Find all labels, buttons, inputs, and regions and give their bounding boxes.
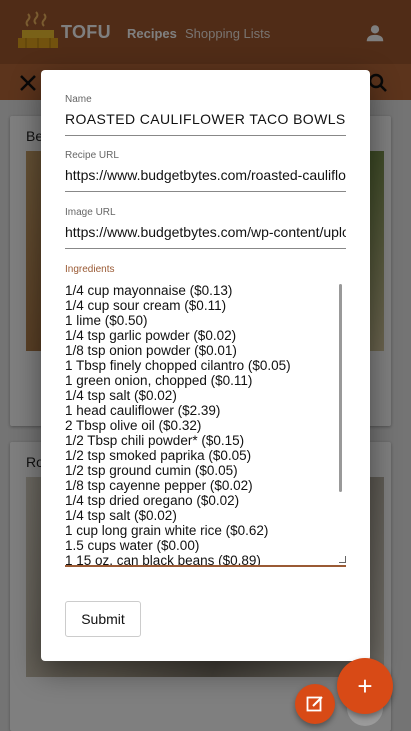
ingredient-line: 1 green onion, chopped ($0.11)	[65, 373, 253, 388]
recipe-url-label: Recipe URL	[65, 150, 119, 161]
ingredients-label: Ingredients	[65, 264, 115, 275]
ingredients-scrollbar[interactable]	[339, 284, 342, 492]
edit-fab[interactable]	[295, 684, 335, 724]
ingredient-line: 1/2 tsp smoked paprika ($0.05)	[65, 448, 252, 463]
ingredient-line: 1/4 cup mayonnaise ($0.13)	[65, 283, 233, 298]
ingredient-line: 1/4 tsp salt ($0.02)	[65, 388, 177, 403]
image-url-label: Image URL	[65, 207, 116, 218]
name-field[interactable]: ROASTED CAULIFLOWER TACO BOWLS	[65, 110, 346, 136]
ingredients-list: 1/4 cup mayonnaise ($0.13) 1/4 cup sour …	[65, 283, 346, 567]
ingredient-line: 1/2 tsp ground cumin ($0.05)	[65, 463, 238, 478]
ingredient-line: 1.5 cups water ($0.00)	[65, 538, 200, 553]
image-url-field[interactable]: https://www.budgetbytes.com/wp-content/u…	[65, 223, 346, 249]
ingredient-line: 1 15 oz. can black beans ($0.89)	[65, 553, 261, 567]
ingredient-line: 2 Tbsp olive oil ($0.32)	[65, 418, 202, 433]
edit-icon	[306, 696, 323, 712]
ingredient-line: 1/4 tsp dried oregano ($0.02)	[65, 493, 240, 508]
ingredient-line: 1/8 tsp cayenne pepper ($0.02)	[65, 478, 253, 493]
submit-button[interactable]: Submit	[65, 601, 141, 637]
ingredients-textarea[interactable]: 1/4 cup mayonnaise ($0.13) 1/4 cup sour …	[65, 283, 346, 567]
ingredient-line: 1/2 Tbsp chili powder* ($0.15)	[65, 433, 245, 448]
ingredient-line: 1/4 tsp salt ($0.02)	[65, 508, 177, 523]
ingredient-line: 1/4 cup sour cream ($0.11)	[65, 298, 227, 313]
ingredient-line: 1/4 tsp garlic powder ($0.02)	[65, 328, 237, 343]
add-recipe-fab[interactable]: +	[337, 658, 393, 714]
ingredient-line: 1 Tbsp finely chopped cilantro ($0.05)	[65, 358, 291, 373]
ingredient-line: 1 head cauliflower ($2.39)	[65, 403, 221, 418]
recipe-url-field[interactable]: https://www.budgetbytes.com/roasted-caul…	[65, 166, 346, 192]
plus-icon: +	[357, 670, 373, 701]
ingredient-line: 1 cup long grain white rice ($0.62)	[65, 523, 269, 538]
name-label: Name	[65, 94, 92, 105]
ingredient-line: 1/8 tsp onion powder ($0.01)	[65, 343, 237, 358]
textarea-resize-handle[interactable]	[339, 556, 346, 563]
edit-recipe-dialog: Name ROASTED CAULIFLOWER TACO BOWLS Reci…	[41, 70, 370, 661]
ingredient-line: 1 lime ($0.50)	[65, 313, 148, 328]
